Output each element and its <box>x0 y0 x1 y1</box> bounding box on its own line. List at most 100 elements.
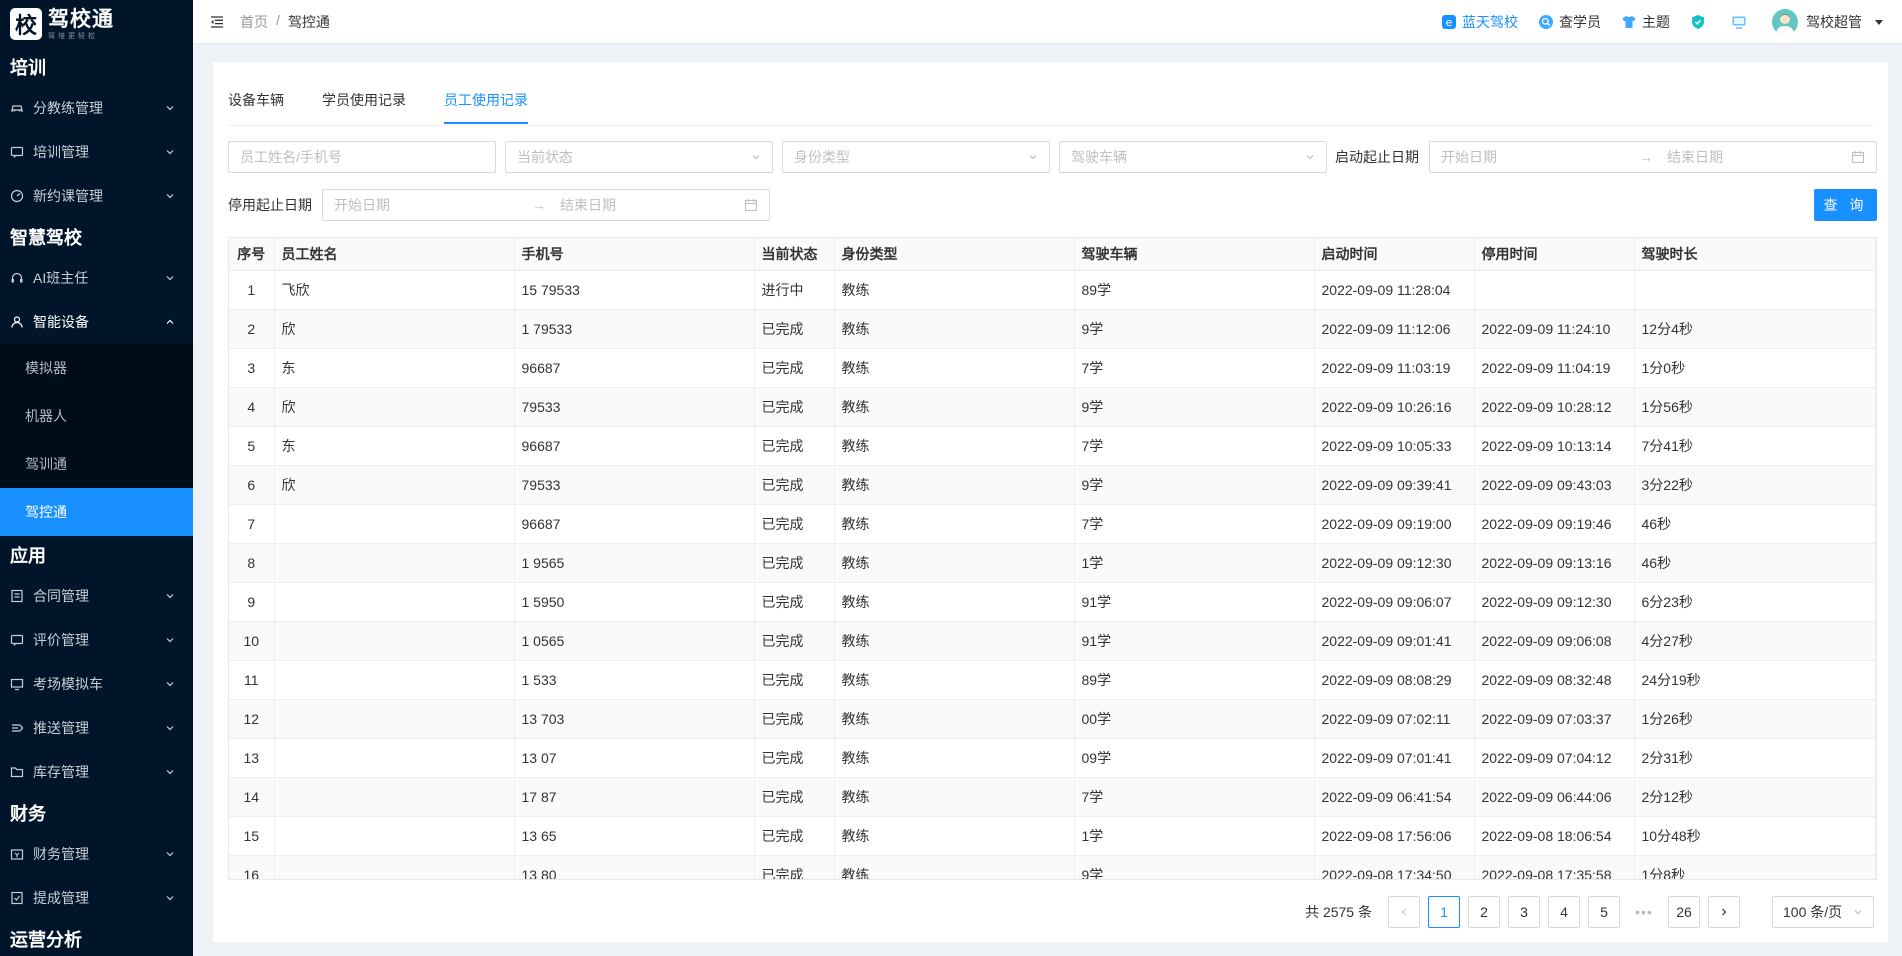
cell-col-vehicle: 9学 <box>1074 387 1315 427</box>
submenu-robot[interactable]: 机器人 <box>0 392 193 440</box>
stop-range-begin[interactable]: 开始日期 <box>334 195 518 215</box>
logo-subtitle: 驾培更轻松 <box>48 32 98 40</box>
table-row: 12 13 703 已完成 教练 00学 2022-09-09 07:02:11 2022-… <box>229 699 1876 739</box>
table-row: 11 1 533 已完成 教练 89学 2022-09-09 08:08:29 2022-0… <box>229 660 1876 700</box>
cell-col-identity: 教练 <box>834 387 1075 427</box>
range-arrow: → <box>532 197 546 213</box>
table-row: 13 13 07 已完成 教练 09学 2022-09-09 07:01:41 2022-0… <box>229 738 1876 778</box>
cell-col-vehicle: 89学 <box>1074 270 1315 310</box>
chevron-down-icon <box>165 893 175 903</box>
cell-col-duration: 6分23秒 <box>1634 582 1876 622</box>
menu-coach-management[interactable]: 分教练管理 <box>0 86 193 130</box>
cell-col-phone: 13 07 <box>514 738 755 778</box>
last-page-button[interactable]: 26 <box>1668 896 1700 928</box>
cell-col-stop-time: 2022-09-09 09:19:46 <box>1474 504 1635 544</box>
menu-push-management[interactable]: 推送管理 <box>0 706 193 750</box>
page-button[interactable]: 3 <box>1508 896 1540 928</box>
cell-col-staff-name: 欣 <box>274 309 515 349</box>
submenu-jiakongtong[interactable]: 驾控通 <box>0 488 193 536</box>
cell-col-start-time: 2022-09-08 17:56:06 <box>1314 816 1475 856</box>
menu-label: 库存管理 <box>33 764 89 780</box>
user-name: 驾校超管 <box>1806 13 1862 30</box>
status-select[interactable]: 当前状态 <box>505 141 773 173</box>
menu-training-management[interactable]: 培训管理 <box>0 130 193 174</box>
next-page-button[interactable] <box>1708 896 1740 928</box>
menu-new-booking-management[interactable]: 新约课管理 <box>0 174 193 218</box>
vehicle-select[interactable]: 驾驶车辆 <box>1059 141 1327 173</box>
page-ellipsis[interactable]: ••• <box>1628 896 1660 928</box>
menu-contract-management[interactable]: 合同管理 <box>0 574 193 618</box>
stop-date-range[interactable]: 开始日期 → 结束日期 <box>322 189 770 221</box>
cell-col-phone: 1 79533 <box>514 309 755 349</box>
cell-col-vehicle: 7学 <box>1074 426 1315 466</box>
cell-col-phone: 13 703 <box>514 699 755 739</box>
start-range-begin[interactable]: 开始日期 <box>1441 147 1625 167</box>
menu-commission-management[interactable]: 提成管理 <box>0 876 193 920</box>
svg-text:e: e <box>1446 16 1453 29</box>
menu-finance-management[interactable]: 财务管理 <box>0 832 193 876</box>
cell-col-vehicle: 9学 <box>1074 309 1315 349</box>
search-circle-icon <box>1538 14 1554 30</box>
avatar <box>1772 8 1798 35</box>
header-col-duration: 驾驶时长 <box>1634 238 1876 271</box>
cell-col-duration: 1分0秒 <box>1634 348 1876 388</box>
submenu-jiaxuntong[interactable]: 驾训通 <box>0 440 193 488</box>
header-col-vehicle: 驾驶车辆 <box>1074 238 1315 271</box>
query-button[interactable]: 查 询 <box>1814 189 1877 221</box>
start-range-end[interactable]: 结束日期 <box>1667 147 1851 167</box>
cell-col-index: 11 <box>229 660 275 700</box>
page-button[interactable]: 1 <box>1428 896 1460 928</box>
cell-col-status: 已完成 <box>754 504 835 544</box>
shield-button[interactable] <box>1690 14 1711 30</box>
stop-range-end[interactable]: 结束日期 <box>560 195 744 215</box>
breadcrumb-home[interactable]: 首页 <box>240 12 268 32</box>
cell-col-start-time: 2022-09-09 10:05:33 <box>1314 426 1475 466</box>
cell-col-duration: 46秒 <box>1634 543 1876 583</box>
theme-button[interactable]: 主题 <box>1621 12 1670 32</box>
user-menu[interactable]: 驾校超管 <box>1772 8 1884 35</box>
menu-inventory-management[interactable]: 库存管理 <box>0 750 193 794</box>
monitor-icon <box>10 677 24 691</box>
cell-col-status: 已完成 <box>754 465 835 505</box>
calendar-icon <box>744 198 758 212</box>
tab-staff-usage-records[interactable]: 员工使用记录 <box>444 90 528 124</box>
cell-col-index: 13 <box>229 738 275 778</box>
cell-col-status: 已完成 <box>754 426 835 466</box>
page-button[interactable]: 2 <box>1468 896 1500 928</box>
identity-select[interactable]: 身份类型 <box>782 141 1050 173</box>
cell-col-index: 4 <box>229 387 275 427</box>
page-button[interactable]: 4 <box>1548 896 1580 928</box>
cell-col-index: 15 <box>229 816 275 856</box>
chevron-down-icon <box>165 273 175 283</box>
content-card: 设备车辆 学员使用记录 员工使用记录 当前状态 身份类型 驾驶车辆 启动起止日期… <box>213 62 1888 942</box>
cell-col-vehicle: 7学 <box>1074 777 1315 817</box>
cell-col-vehicle: 00学 <box>1074 699 1315 739</box>
screen-button[interactable] <box>1731 14 1752 30</box>
start-date-range[interactable]: 开始日期 → 结束日期 <box>1429 141 1877 173</box>
cell-col-vehicle: 7学 <box>1074 504 1315 544</box>
menu-review-management[interactable]: 评价管理 <box>0 618 193 662</box>
cell-col-duration: 10分48秒 <box>1634 816 1876 856</box>
page-button[interactable]: 5 <box>1588 896 1620 928</box>
tab-student-usage-records[interactable]: 学员使用记录 <box>322 90 406 124</box>
menu-label: 评价管理 <box>33 632 89 648</box>
school-switcher[interactable]: e 蓝天驾校 <box>1441 12 1518 32</box>
cell-col-staff-name <box>274 660 515 700</box>
cell-col-staff-name <box>274 504 515 544</box>
cell-col-index: 5 <box>229 426 275 466</box>
menu-smart-devices[interactable]: 智能设备 <box>0 300 193 344</box>
cell-col-staff-name: 飞欣 <box>274 270 515 310</box>
name-phone-input[interactable] <box>240 149 484 165</box>
cell-col-staff-name <box>274 582 515 622</box>
menu-fold-icon[interactable] <box>209 14 225 30</box>
page-size-select[interactable]: 100 条/页 <box>1772 896 1874 928</box>
tab-device-vehicles[interactable]: 设备车辆 <box>228 90 284 124</box>
cell-col-vehicle: 9学 <box>1074 465 1315 505</box>
cell-col-status: 已完成 <box>754 738 835 778</box>
menu-exam-simulator-car[interactable]: 考场模拟车 <box>0 662 193 706</box>
submenu-simulator[interactable]: 模拟器 <box>0 344 193 392</box>
cell-col-status: 已完成 <box>754 855 835 879</box>
prev-page-button[interactable] <box>1388 896 1420 928</box>
lookup-student-button[interactable]: 查学员 <box>1538 12 1601 32</box>
menu-ai-teacher[interactable]: AI班主任 <box>0 256 193 300</box>
